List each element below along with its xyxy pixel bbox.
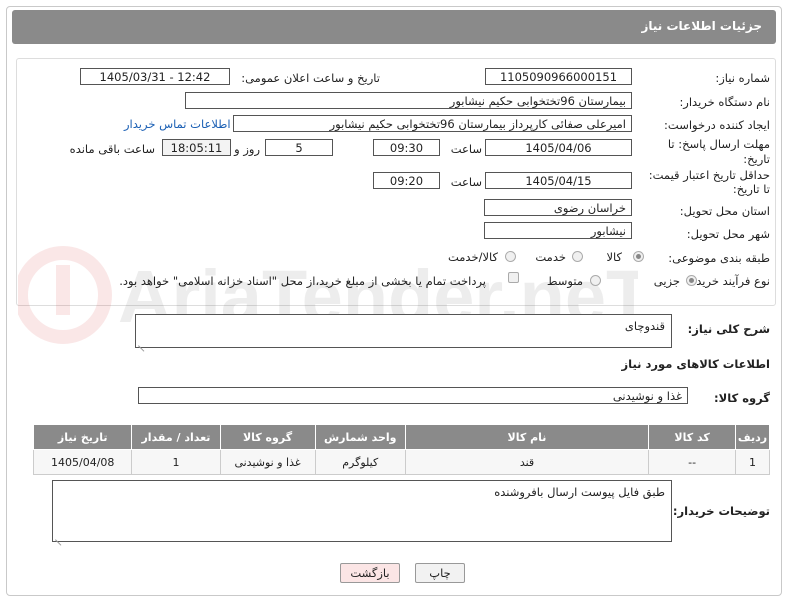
category-goods-service-radio[interactable] [505,251,516,262]
print-button[interactable]: چاپ [415,563,465,583]
province-label: استان محل تحویل: [679,204,770,218]
city-label: شهر محل تحویل: [686,227,770,241]
description-text: قندوچای [624,319,665,333]
cell-need-date: 1405/04/08 [32,449,133,475]
province-field[interactable]: خراسان رضوی [484,199,632,216]
creator-field[interactable]: امیرعلی صفائی کارپرداز بیمارستان 96تختخو… [233,115,632,132]
cell-unit: کیلوگرم [314,449,406,475]
creator-label: ایجاد کننده درخواست: [664,118,770,132]
process-label: نوع فرآیند خرید : [688,274,770,288]
price-validity-time-label: ساعت [450,175,482,189]
buyer-notes-label: توضیحات خریدار: [672,504,770,518]
price-validity-time-field[interactable]: 09:20 [373,172,440,189]
resize-grip-icon[interactable] [138,338,146,346]
need-number-field[interactable]: 1105090966000151 [485,68,632,85]
deadline-time-field[interactable]: 09:30 [373,139,440,156]
days-remaining-field[interactable]: 5 [265,139,333,156]
cell-row: 1 [735,449,770,475]
category-service-label: خدمت [535,250,566,264]
process-minor-radio[interactable] [686,275,697,286]
buyer-org-label: نام دستگاه خریدار: [679,95,770,109]
buyer-notes-text: طبق فایل پیوست ارسال بافروشنده [494,485,665,499]
description-textarea[interactable]: قندوچای [135,314,672,348]
process-medium-label: متوسط [546,274,583,288]
goods-table: تاریخ نیاز تعداد / مقدار گروه کالا واحد … [32,424,770,475]
cell-goods-name: قند [404,449,650,475]
announce-label: تاریخ و ساعت اعلان عمومی: [241,71,380,85]
days-label: روز و [234,142,260,156]
col-goods-name: نام کالا [404,424,650,450]
process-medium-radio[interactable] [590,275,601,286]
table-header-row: تاریخ نیاز تعداد / مقدار گروه کالا واحد … [32,424,770,450]
col-goods-group: گروه کالا [219,424,316,450]
col-row: ردیف [735,424,770,450]
buyer-contact-link[interactable]: اطلاعات تماس خریدار [124,117,231,131]
back-button[interactable]: بازگشت [340,563,400,583]
treasury-payment-checkbox[interactable] [508,272,519,283]
deadline-label: مهلت ارسال پاسخ: تا تاریخ: [667,137,770,166]
page-title: جزئیات اطلاعات نیاز [641,19,762,33]
cell-goods-code: -- [648,449,737,475]
category-goods-label: کالا [606,250,622,264]
deadline-time-label: ساعت [450,142,482,156]
need-number-label: شماره نیاز: [715,71,770,85]
resize-grip-icon[interactable] [55,532,63,540]
description-label: شرح کلی نیاز: [687,322,770,336]
cell-goods-group: غذا و نوشیدنی [219,449,316,475]
buyer-notes-textarea[interactable]: طبق فایل پیوست ارسال بافروشنده [52,480,672,542]
price-validity-date-field[interactable]: 1405/04/15 [485,172,632,189]
table-row[interactable]: 1405/04/08 1 غذا و نوشیدنی کیلوگرم قند -… [32,449,770,475]
remaining-time-label: ساعت باقی مانده [69,142,155,156]
goods-group-field[interactable]: غذا و نوشیدنی [138,387,688,404]
col-goods-code: کد کالا [648,424,737,450]
category-goods-service-label: کالا/خدمت [447,250,498,264]
col-unit: واحد شمارش [314,424,406,450]
category-label: طبقه بندی موضوعی: [668,251,770,265]
treasury-payment-note: پرداخت تمام یا بخشی از مبلغ خرید،از محل … [119,274,486,288]
remaining-time-field[interactable]: 18:05:11 [162,139,231,156]
deadline-date-field[interactable]: 1405/04/06 [485,139,632,156]
category-goods-radio[interactable] [633,251,644,262]
cell-quantity: 1 [131,449,221,475]
col-quantity: تعداد / مقدار [131,424,221,450]
process-minor-label: جزیی [653,274,680,288]
buyer-org-field[interactable]: بیمارستان 96تختخوابی حکیم نیشابور [185,92,632,109]
category-service-radio[interactable] [572,251,583,262]
goods-info-title: اطلاعات کالاهای مورد نیاز [621,357,770,371]
col-need-date: تاریخ نیاز [32,424,133,450]
city-field[interactable]: نیشابور [484,222,632,239]
announce-datetime-field[interactable]: 1405/03/31 - 12:42 [80,68,230,85]
page-header: جزئیات اطلاعات نیاز [12,10,776,44]
price-validity-label: حداقل تاریخ اعتبار قیمت: تا تاریخ: [648,168,770,196]
goods-group-label: گروه کالا: [714,391,770,405]
